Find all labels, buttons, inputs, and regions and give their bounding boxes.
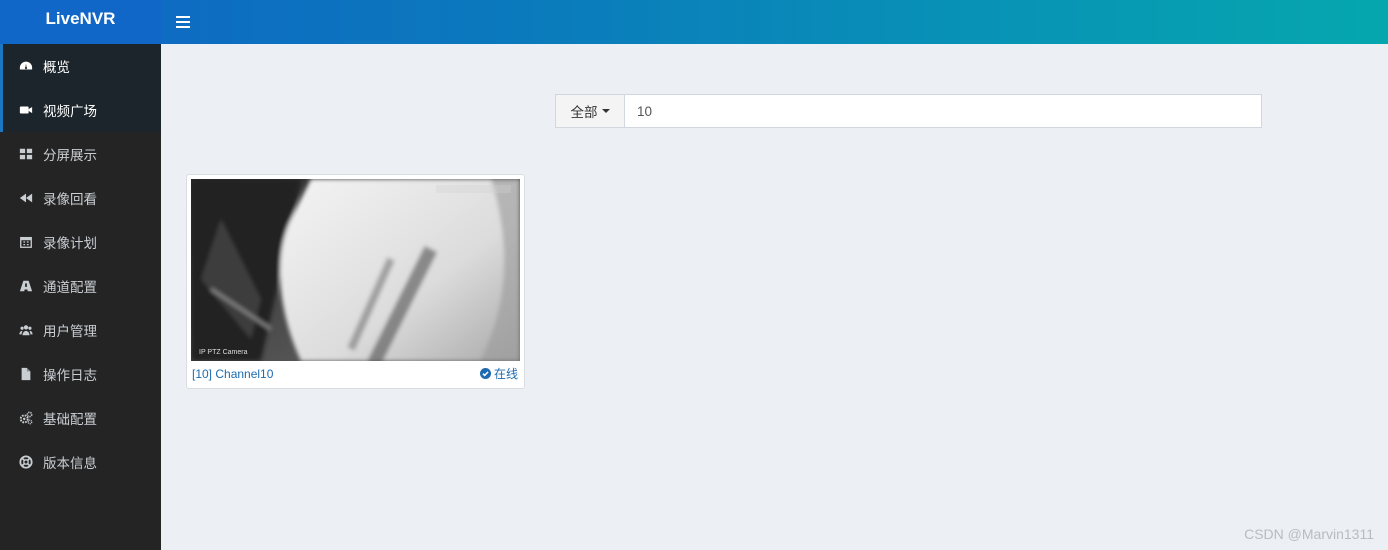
sidebar-item-split-screen[interactable]: 分屏展示 xyxy=(0,132,161,176)
lifebuoy-icon xyxy=(18,454,34,470)
status-label: 在线 xyxy=(493,367,518,381)
channel-card-footer: [10] Channel10 在线 xyxy=(191,361,520,386)
camera-snapshot-image xyxy=(191,179,520,361)
calendar-icon xyxy=(18,234,34,250)
channel-status: 在线 xyxy=(479,365,518,382)
gears-icon xyxy=(18,410,34,426)
channel-title-link[interactable]: [10] Channel10 xyxy=(192,367,273,381)
hamburger-icon xyxy=(176,16,190,28)
file-icon xyxy=(18,366,34,382)
sidebar-item-label: 操作日志 xyxy=(43,368,97,384)
check-circle-icon xyxy=(479,368,491,379)
sidebar-item-label: 分屏展示 xyxy=(43,148,97,164)
filter-dropdown[interactable]: 全部 xyxy=(556,95,625,127)
rewind-icon xyxy=(18,190,34,206)
channel-config-icon xyxy=(18,278,34,294)
channel-card: IP PTZ Camera [10] Channel10 在线 xyxy=(186,174,525,389)
sidebar-item-playback[interactable]: 录像回看 xyxy=(0,176,161,220)
sidebar-item-user-management[interactable]: 用户管理 xyxy=(0,308,161,352)
users-icon xyxy=(18,322,34,338)
caret-down-icon xyxy=(601,109,610,113)
sidebar-item-label: 概览 xyxy=(43,60,70,76)
sidebar-item-label: 基础配置 xyxy=(43,412,97,428)
video-camera-icon xyxy=(18,102,34,118)
watermark-text: CSDN @Marvin1311 xyxy=(1244,526,1374,542)
sidebar-item-record-plan[interactable]: 录像计划 xyxy=(0,220,161,264)
top-header: LiveNVR xyxy=(0,0,1388,44)
search-input[interactable] xyxy=(625,95,1261,127)
main-content: 全部 10 IP PTZ Camera [10] Channel10 在线 CS… xyxy=(161,44,1388,550)
sidebar-item-label: 用户管理 xyxy=(43,324,97,340)
sidebar-toggle-button[interactable] xyxy=(161,0,205,44)
camera-overlay-label: IP PTZ Camera xyxy=(199,349,248,356)
sidebar-item-label: 版本信息 xyxy=(43,456,97,472)
sidebar-item-version-info[interactable]: 版本信息 xyxy=(0,440,161,484)
sidebar: 概览 视频广场 分屏展示 录像回看 录像计划 通道配置 用户管理 操作日志 基础… xyxy=(0,44,161,550)
sidebar-item-label: 通道配置 xyxy=(43,280,97,296)
channel-search-bar: 全部 xyxy=(555,94,1262,128)
sidebar-item-video-square[interactable]: 视频广场 xyxy=(0,88,161,132)
sidebar-item-label: 录像回看 xyxy=(43,192,97,208)
grid-icon xyxy=(18,146,34,162)
app-logo[interactable]: LiveNVR xyxy=(0,0,161,44)
dashboard-icon xyxy=(18,58,34,74)
sidebar-item-overview[interactable]: 概览 xyxy=(0,44,161,88)
sidebar-item-label: 录像计划 xyxy=(43,236,97,252)
sidebar-item-channel-config[interactable]: 通道配置 xyxy=(0,264,161,308)
channel-thumbnail[interactable]: IP PTZ Camera xyxy=(191,179,520,361)
sidebar-item-operation-log[interactable]: 操作日志 xyxy=(0,352,161,396)
sidebar-item-basic-config[interactable]: 基础配置 xyxy=(0,396,161,440)
sidebar-item-label: 视频广场 xyxy=(43,104,97,120)
filter-dropdown-label: 全部 xyxy=(570,105,598,121)
